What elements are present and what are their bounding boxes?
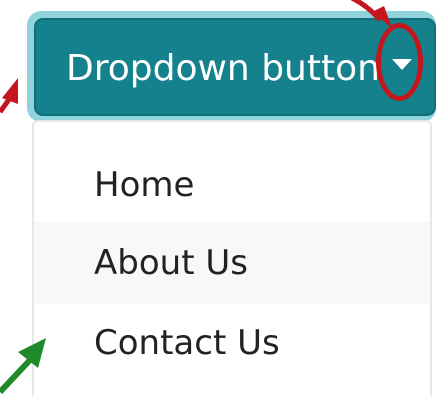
menu-item-about-us[interactable]: About Us [34,222,430,304]
stage: Dropdown button Home About Us Contact Us [0,0,436,396]
red-arrow-left-icon [0,78,18,114]
dropdown-button-label: Dropdown button [66,48,380,89]
dropdown-menu: Home About Us Contact Us [32,120,432,396]
menu-item-contact-us[interactable]: Contact Us [34,302,430,384]
menu-item-label: About Us [94,243,248,283]
menu-item-label: Home [94,165,195,205]
menu-item-home[interactable]: Home [34,144,430,226]
highlight-ellipse [376,23,423,101]
menu-item-label: Contact Us [94,323,280,363]
